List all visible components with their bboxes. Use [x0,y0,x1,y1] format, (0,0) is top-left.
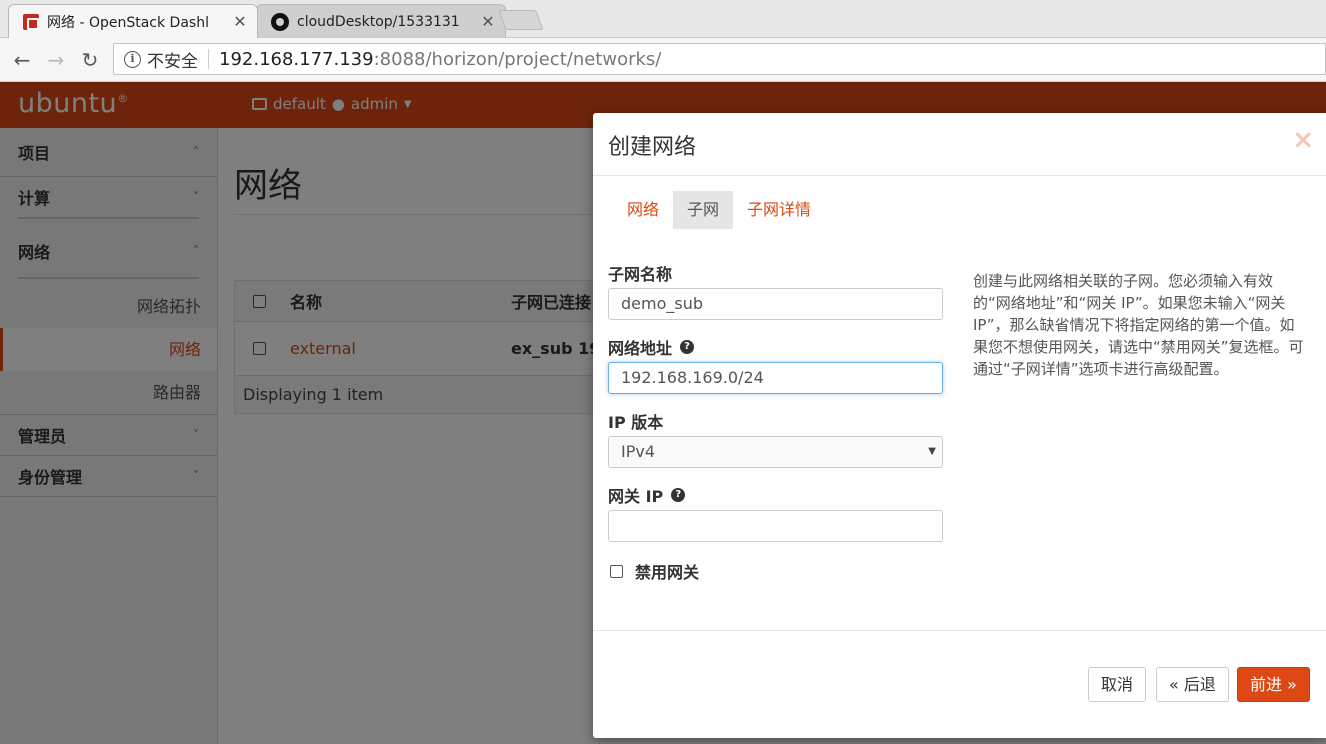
cancel-button[interactable]: 取消 [1088,667,1147,702]
browser-tab-github[interactable]: cloudDesktop/1533131 ✕ [256,4,506,38]
url-host: 192.168.177.139 [219,48,374,70]
next-button[interactable]: 前进 » [1237,667,1310,702]
forward-arrow-icon[interactable]: → [42,46,70,74]
security-label[interactable]: 不安全 [147,47,198,72]
divider [208,49,209,69]
browser-tab-strip: 网络 - OpenStack Dashl ✕ cloudDesktop/1533… [0,0,1326,38]
info-icon[interactable]: i [124,50,141,68]
tab-title: cloudDesktop/1533131 [297,13,460,30]
network-address-label: 网络地址? [608,335,695,359]
close-icon[interactable]: × [1292,125,1314,155]
tab-network[interactable]: 网络 [613,191,673,229]
browser-toolbar: ← → ↻ i 不安全 192.168.177.139:8088/horizon… [0,38,1326,82]
help-icon[interactable]: ? [680,340,695,354]
gateway-ip-input[interactable] [608,510,943,542]
reload-icon[interactable]: ↻ [76,46,104,74]
disable-gateway-row: 禁用网关 [608,559,699,583]
modal-title: 创建网络 [608,135,697,160]
label-text: 网关 IP [608,487,664,506]
back-arrow-icon[interactable]: ← [8,46,36,74]
gateway-ip-label: 网关 IP? [608,483,686,507]
close-icon[interactable]: ✕ [231,12,249,31]
divider [593,630,1326,631]
divider [593,175,1326,176]
disable-gateway-checkbox[interactable] [610,564,623,578]
browser-tab-openstack[interactable]: 网络 - OpenStack Dashl ✕ [8,4,258,38]
openstack-icon [23,13,39,30]
address-bar[interactable]: i 不安全 192.168.177.139:8088/horizon/proje… [113,43,1326,75]
help-text: 创建与此网络相关联的子网。您必须输入有效的“网络地址”和“网关 IP”。如果您未… [973,272,1304,378]
ip-version-label: IP 版本 [608,409,663,433]
label-text: 网络地址 [608,339,673,358]
create-network-modal: 创建网络 × 网络 子网 子网详情 子网名称 demo_sub 网络地址? 19… [593,113,1326,738]
tab-subnet-details[interactable]: 子网详情 [733,191,825,229]
select-value: IPv4 [621,442,656,461]
disable-gateway-label[interactable]: 禁用网关 [635,559,699,583]
new-tab-button[interactable] [498,10,544,30]
back-button[interactable]: « 后退 [1156,667,1229,702]
close-icon[interactable]: ✕ [479,12,497,31]
dropdown-arrow-icon: ▼ [928,446,936,457]
label-text: 子网名称 [608,265,673,284]
url-path: :8088/horizon/project/networks/ [373,48,662,70]
subnet-name-label: 子网名称 [608,261,672,285]
tab-title: 网络 - OpenStack Dashl [47,14,209,31]
network-address-input[interactable]: 192.168.169.0/24 [608,362,943,394]
label-text: IP 版本 [608,413,664,432]
subnet-name-input[interactable]: demo_sub [608,288,943,320]
ip-version-select[interactable]: IPv4 ▼ [608,436,943,468]
tab-subnet[interactable]: 子网 [673,191,734,229]
modal-tabs: 网络 子网 子网详情 [613,191,825,229]
help-icon[interactable]: ? [671,488,686,502]
github-icon [271,12,289,31]
